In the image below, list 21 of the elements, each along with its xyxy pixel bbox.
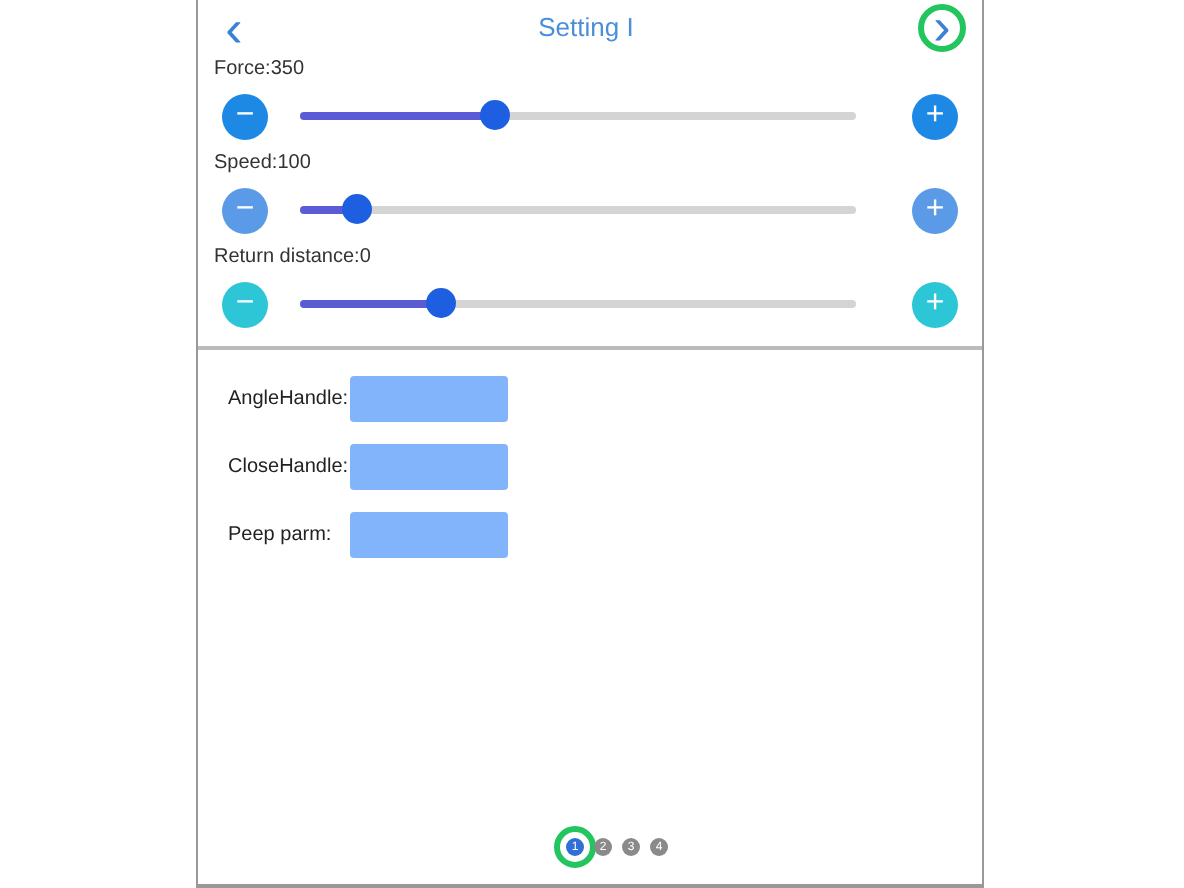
slider-thumb[interactable] (480, 100, 511, 130)
slider-label: Force:350 (214, 56, 307, 82)
input-field[interactable] (350, 376, 508, 422)
field-label: CloseHandle: (228, 454, 350, 482)
decrease-button[interactable]: − (222, 281, 268, 327)
slider-label: Return distance:0 (214, 244, 373, 270)
next-button[interactable]: › (917, 4, 966, 52)
increase-button[interactable]: + (912, 187, 958, 233)
slider-thumb[interactable] (425, 288, 455, 318)
decrease-button[interactable]: − (222, 187, 268, 233)
slider-label: Speed:100 (214, 150, 313, 176)
field-label: Peep parm: (228, 522, 334, 550)
back-button[interactable]: ‹ (214, 2, 254, 54)
decrease-button[interactable]: − (222, 93, 268, 139)
screen-title: Setting I (538, 10, 634, 47)
field-label: AngleHandle: (228, 386, 350, 414)
slider-thumb[interactable] (341, 194, 372, 224)
input-field[interactable] (350, 512, 508, 558)
increase-button[interactable]: + (912, 93, 958, 139)
input-field[interactable] (350, 444, 508, 490)
increase-button[interactable]: + (912, 281, 958, 327)
